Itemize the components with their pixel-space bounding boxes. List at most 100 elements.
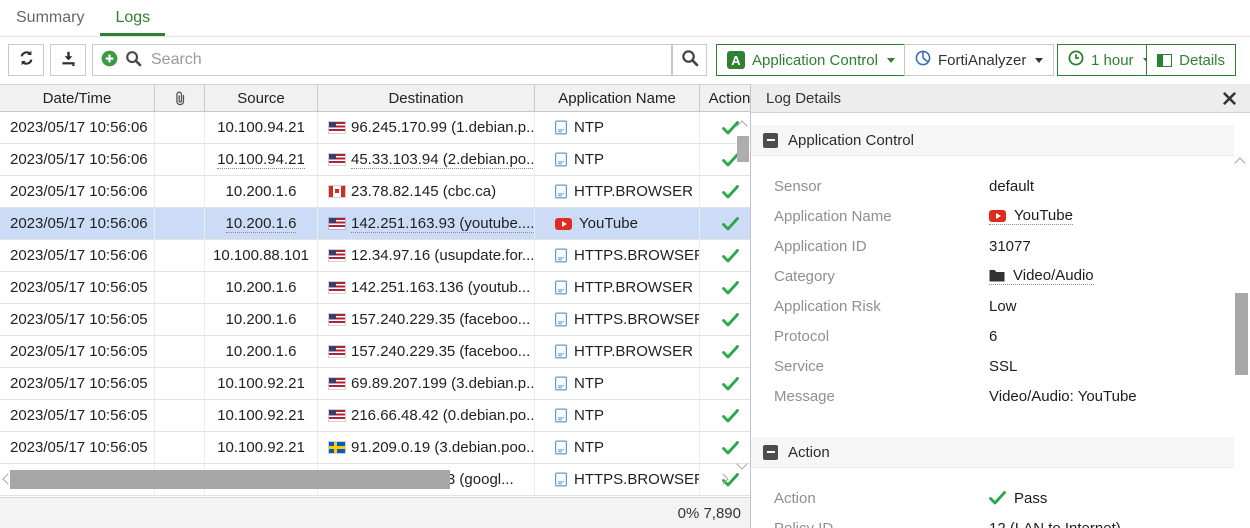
log-row[interactable]: 2023/05/17 10:56:0510.100.92.2191.209.0.… [0,432,750,464]
log-type-dropdown[interactable]: A Application Control [716,44,906,76]
tab-logs[interactable]: Logs [100,0,165,36]
application-cell[interactable]: NTP [535,368,700,399]
column-header-application-name[interactable]: Application Name [535,85,700,111]
download-button[interactable] [50,44,86,76]
action-cell [700,368,750,399]
destination-cell[interactable]: 91.209.0.19 (3.debian.poo... [318,432,535,463]
source-cell[interactable]: 10.100.94.21 [205,112,318,143]
application-file-icon [555,280,567,295]
column-header-date-time[interactable]: Date/Time [0,85,155,111]
application-cell[interactable]: HTTPS.BROWSER [535,464,700,495]
application-cell[interactable]: HTTP.BROWSER [535,272,700,303]
application-cell[interactable]: NTP [535,432,700,463]
field-label: Category [774,268,989,285]
source-cell[interactable]: 10.100.92.21 [205,368,318,399]
destination-cell[interactable]: 157.240.229.35 (faceboo... [318,336,535,367]
source-cell[interactable]: 10.100.92.21 [205,400,318,431]
column-header-source[interactable]: Source [205,85,318,111]
toolbar: A Application Control FortiAnalyzer 1 ho… [0,37,1250,84]
application-cell[interactable]: NTP [535,144,700,175]
source-cell[interactable]: 10.200.1.6 [205,176,318,207]
attachment-cell [155,176,205,207]
field-label: Message [774,388,989,405]
destination-cell[interactable]: 69.89.207.199 (3.debian.p... [318,368,535,399]
pass-check-icon [722,121,739,135]
collapse-icon[interactable] [763,445,778,460]
column-header-action[interactable]: Action [700,85,750,111]
detail-field: Protocol6 [774,321,1250,351]
source-cell[interactable]: 10.200.1.6 [205,272,318,303]
log-row[interactable]: 2023/05/17 10:56:06 10.100.94.2145.33.103… [0,144,750,176]
action-cell [700,176,750,207]
collapse-icon[interactable] [763,133,778,148]
search-submit-button[interactable] [672,44,707,76]
close-icon[interactable] [1223,92,1236,105]
panel-vertical-scrollbar-thumb[interactable] [1235,293,1248,375]
detail-section-application-control: Application ControlSensordefaultApplicat… [751,125,1250,411]
add-filter-icon[interactable] [101,50,118,71]
source-cell[interactable]: 10.100.92.21 [205,432,318,463]
log-row[interactable]: 2023/05/17 10:56:0610.200.1.623.78.82.14… [0,176,750,208]
source-cell[interactable]: 10.200.1.6 [205,336,318,367]
application-cell[interactable]: NTP [535,112,700,143]
search-input[interactable] [149,50,671,70]
destination-cell[interactable]: 142.251.163.93 (youtube.... [318,208,535,239]
log-row[interactable]: 2023/05/17 10:56:0610.100.88.10112.34.97… [0,240,750,272]
pass-check-icon [722,409,739,423]
log-source-dropdown[interactable]: FortiAnalyzer [904,44,1054,76]
application-cell[interactable]: HTTPS.BROWSER [535,240,700,271]
datetime-value: 2023/05/17 10:56:05 [10,407,148,424]
source-cell[interactable]: 10.200.1.6 [205,208,318,239]
details-toggle-button[interactable]: Details [1146,44,1236,76]
column-header-attachment[interactable] [155,85,205,111]
application-cell[interactable]: HTTPS.BROWSER [535,304,700,335]
section-title: Application Control [788,132,914,149]
destination-cell[interactable]: 12.34.97.16 (usupdate.for... [318,240,535,271]
field-value-text: default [989,178,1034,195]
field-value[interactable]: YouTube [989,207,1073,225]
log-row[interactable]: 2023/05/17 10:56:05 10.200.1.6157.240.229… [0,336,750,368]
refresh-button[interactable] [8,44,44,76]
application-name: HTTP.BROWSER [574,183,693,200]
field-value-text: 31077 [989,238,1031,255]
destination-cell[interactable]: 216.66.48.42 (0.debian.po... [318,400,535,431]
table-horizontal-scrollbar-thumb[interactable] [10,470,450,489]
tab-summary[interactable]: Summary [1,0,99,36]
log-row[interactable]: 2023/05/17 10:56:0510.100.92.2169.89.207… [0,368,750,400]
section-header[interactable]: Action [751,437,1234,468]
source-ip: 10.200.1.6 [226,311,297,328]
chevron-down-icon [887,58,895,63]
application-cell[interactable]: YouTube [535,208,700,239]
column-label: Action [709,90,750,107]
log-row[interactable]: 2023/05/17 10:56:0610.200.1.6142.251.163… [0,208,750,240]
destination-cell[interactable]: 96.245.170.99 (1.debian.p... [318,112,535,143]
source-cell[interactable]: 10.100.88.101 [205,240,318,271]
application-cell[interactable]: HTTP.BROWSER [535,336,700,367]
source-cell[interactable]: 10.200.1.6 [205,304,318,335]
source-cell[interactable]: 10.100.94.21 [205,144,318,175]
log-row[interactable]: 2023/05/17 10:56:0510.200.1.6157.240.229… [0,304,750,336]
application-cell[interactable]: NTP [535,400,700,431]
destination-value: 157.240.229.35 (faceboo... [351,311,530,328]
log-row[interactable]: 2023/05/17 10:56:05 10.100.92.21216.66.48… [0,400,750,432]
datetime-value: 2023/05/17 10:56:06 [10,151,148,168]
section-header[interactable]: Application Control [751,125,1234,156]
destination-cell[interactable]: 23.78.82.145 (cbc.ca) [318,176,535,207]
us-flag-icon [329,378,345,389]
source-ip: 10.100.92.21 [217,375,305,392]
log-row[interactable]: 2023/05/17 10:56:0510.200.1.6142.251.163… [0,272,750,304]
field-value[interactable]: Video/Audio [989,267,1094,285]
log-row[interactable]: 2023/05/17 10:56:0610.100.94.2196.245.17… [0,112,750,144]
destination-cell[interactable]: 157.240.229.35 (faceboo... [318,304,535,335]
table-vertical-scrollbar-thumb[interactable] [737,136,749,162]
tab-bar: Summary Logs [0,0,1250,37]
destination-cell[interactable]: 45.33.103.94 (2.debian.po... [318,144,535,175]
attachment-cell [155,112,205,143]
datetime-cell: 2023/05/17 10:56:05 [0,336,155,367]
row-count-status: 0% 7,890 [678,505,741,522]
application-name: HTTP.BROWSER [574,279,693,296]
destination-cell[interactable]: 142.251.163.136 (youtub... [318,272,535,303]
column-header-destination[interactable]: Destination [318,85,535,111]
field-label: Application Risk [774,298,989,315]
application-cell[interactable]: HTTP.BROWSER [535,176,700,207]
